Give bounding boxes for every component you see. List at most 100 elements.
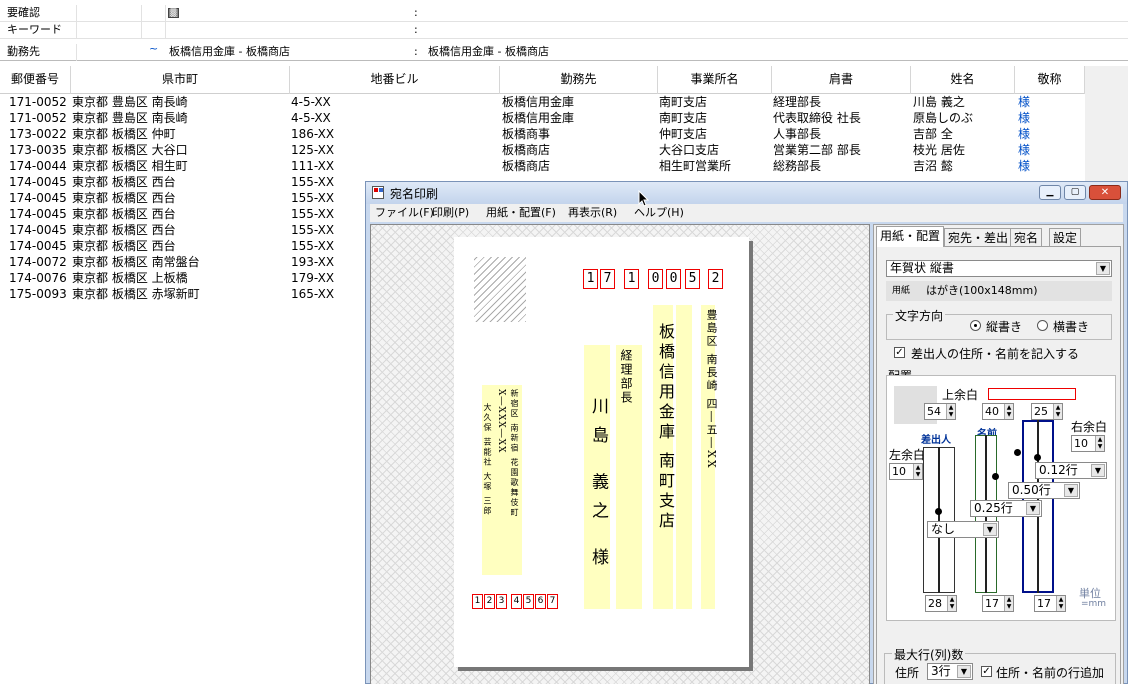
add-lines-checkbox[interactable]: ✓ bbox=[981, 666, 992, 677]
cell-pref: 東京都 板橋区 大谷口 bbox=[72, 143, 188, 157]
name-line-select[interactable]: 0.50行 ▼ bbox=[1008, 482, 1080, 499]
cell-pref: 東京都 板橋区 赤塚新町 bbox=[72, 287, 200, 301]
spin-bottom-sender[interactable]: 28 ▲ ▼ bbox=[925, 595, 957, 612]
chevron-down-icon: ▼ bbox=[1026, 502, 1040, 515]
col-header-workplace[interactable]: 勤務先 bbox=[500, 66, 658, 94]
app-window: 要確認 ▒ : キーワード : 勤務先 ~ 板橋信用金庫 - 板橋商店 : 板橋… bbox=[0, 0, 1128, 684]
cell-honorific: 様 bbox=[1018, 159, 1031, 173]
cell-zip: 174-0072 bbox=[9, 255, 67, 269]
spin-bottom-address[interactable]: 17 ▲ ▼ bbox=[1034, 595, 1066, 612]
print-preview[interactable]: 1710052 豊島区 南長崎 四―五―XX 板橋信用金庫 南町支店 経理部長 … bbox=[370, 224, 870, 684]
minimize-button[interactable]: ▁ bbox=[1039, 185, 1061, 200]
cell-workplace: 板橋商店 bbox=[502, 159, 551, 173]
address-print-dialog: 宛名印刷 ▁ ▢ ✕ ファイル(F) 印刷(P) 用紙・配置(F) 再表示(R)… bbox=[365, 181, 1128, 684]
menu-file[interactable]: ファイル(F) bbox=[375, 204, 434, 222]
sender-zip-digit-box: 6 bbox=[535, 594, 546, 609]
cell-zip: 174-0045 bbox=[9, 175, 67, 189]
workplace-value[interactable]: 板橋信用金庫 - 板橋商店 bbox=[169, 44, 290, 60]
cell-workplace: 板橋信用金庫 bbox=[502, 95, 575, 109]
address-line-select[interactable]: 0.12行 ▼ bbox=[1035, 462, 1107, 479]
cell-workplace: 板橋商店 bbox=[502, 143, 551, 157]
col-header-office[interactable]: 事業所名 bbox=[658, 66, 772, 94]
workplace-value-2[interactable]: 板橋信用金庫 - 板橋商店 bbox=[428, 44, 549, 60]
spin-bottom-name[interactable]: 17 ▲ ▼ bbox=[982, 595, 1014, 612]
cell-address: 193-XX bbox=[291, 255, 335, 269]
zip-digit-box: 0 bbox=[666, 269, 681, 289]
keyword-input[interactable] bbox=[141, 22, 166, 39]
radio-horizontal[interactable] bbox=[1037, 320, 1048, 331]
cell-office: 南町支店 bbox=[659, 95, 708, 109]
cell-title: 経理部長 bbox=[773, 95, 822, 109]
spin-top-c[interactable]: 25 ▲ ▼ bbox=[1031, 403, 1063, 420]
tab-destination[interactable]: 宛先・差出 bbox=[944, 228, 1013, 248]
menu-refresh[interactable]: 再表示(R) bbox=[568, 204, 617, 222]
cell-honorific: 様 bbox=[1018, 111, 1031, 125]
cell-name: 枝光 居佐 bbox=[913, 143, 965, 157]
recipient-address: 豊島区 南長崎 四―五―XX bbox=[705, 309, 718, 470]
chevron-down-icon: ▼ bbox=[983, 523, 997, 536]
cell-zip: 174-0076 bbox=[9, 271, 67, 285]
cell-title: 代表取締役 社長 bbox=[773, 111, 861, 125]
close-button[interactable]: ✕ bbox=[1089, 185, 1121, 200]
field-row-keyword: キーワード : bbox=[0, 22, 1128, 39]
confirm-checkbox[interactable]: ▒ bbox=[168, 8, 179, 18]
field-row-confirm: 要確認 ▒ : bbox=[0, 5, 1128, 22]
sender-option-select[interactable]: なし ▼ bbox=[927, 521, 999, 538]
table-row[interactable]: 174-0044 東京都 板橋区 相生町 111-XX 板橋商店 相生町営業所 総務部長 吉… bbox=[0, 159, 1085, 175]
recipient-company: 板橋信用金庫 南町支店 bbox=[656, 323, 675, 533]
dialog-titlebar[interactable]: 宛名印刷 ▁ ▢ ✕ bbox=[366, 182, 1127, 204]
spin-top-b[interactable]: 40 ▲ ▼ bbox=[982, 403, 1014, 420]
dialog-title: 宛名印刷 bbox=[390, 187, 439, 201]
sender-address: 新宿区 南新宿 花園歌舞伎町 bbox=[510, 389, 519, 519]
sender-line-select[interactable]: 0.25行 ▼ bbox=[970, 500, 1042, 517]
sender-zip-digit-box: 7 bbox=[547, 594, 558, 609]
cell-address: 155-XX bbox=[291, 223, 335, 237]
table-row[interactable]: 173-0022 東京都 板橋区 仲町 186-XX 板橋商事 仲町支店 人事部長 吉部 全… bbox=[0, 127, 1085, 143]
col-header-honorific[interactable]: 敬称 bbox=[1015, 66, 1085, 94]
col-header-pref[interactable]: 県市町 bbox=[71, 66, 290, 94]
cell-address: 155-XX bbox=[291, 239, 335, 253]
spin-right-margin[interactable]: 10 ▲ ▼ bbox=[1071, 435, 1105, 452]
cell-zip: 174-0045 bbox=[9, 191, 67, 205]
address-rows-select[interactable]: 3行 ▼ bbox=[927, 663, 973, 680]
menu-print[interactable]: 印刷(P) bbox=[432, 204, 469, 222]
sender-name: 大久保 芸能社 大塚 三郎 bbox=[483, 403, 492, 517]
radio-vertical[interactable] bbox=[970, 320, 981, 331]
cell-name: 原島しのぶ bbox=[913, 111, 974, 125]
cell-name: 吉沼 懿 bbox=[913, 159, 953, 173]
tab-paper-layout[interactable]: 用紙・配置 bbox=[876, 226, 945, 247]
chevron-down-icon: ▼ bbox=[1091, 464, 1105, 477]
col-header-name[interactable]: 姓名 bbox=[911, 66, 1015, 94]
settings-panel: 用紙・配置 宛先・差出 宛名 設定 年賀状 縦書 ▼ 用紙 はがき(100x148… bbox=[873, 224, 1124, 684]
zip-digit-box: 1 bbox=[624, 269, 639, 289]
col-header-title[interactable]: 肩書 bbox=[772, 66, 911, 94]
cell-address: 155-XX bbox=[291, 191, 335, 205]
maximize-button[interactable]: ▢ bbox=[1064, 185, 1086, 200]
tab-settings[interactable]: 設定 bbox=[1049, 228, 1082, 248]
sender-zip-digit-box: 1 bbox=[472, 594, 483, 609]
table-row[interactable]: 173-0035 東京都 板橋区 大谷口 125-XX 板橋商店 大谷口支店 営業第二部 … bbox=[0, 143, 1085, 159]
cell-address: 4-5-XX bbox=[291, 95, 331, 109]
cell-workplace: 板橋商事 bbox=[502, 127, 551, 141]
confirm-checkbox-cell[interactable]: ▒ bbox=[141, 5, 179, 22]
col-header-address[interactable]: 地番ビル bbox=[290, 66, 500, 94]
cell-pref: 東京都 豊島区 南長崎 bbox=[72, 111, 188, 125]
sender-checkbox-label: 差出人の住所・名前を記入する bbox=[911, 347, 1080, 361]
cell-pref: 東京都 板橋区 西台 bbox=[72, 239, 176, 253]
cell-zip: 173-0035 bbox=[9, 143, 67, 157]
zip-digit-box: 5 bbox=[685, 269, 700, 289]
tab-name[interactable]: 宛名 bbox=[1010, 228, 1043, 248]
table-row[interactable]: 171-0052 東京都 豊島区 南長崎 4-5-XX 板橋信用金庫 南町支店 代表取締役… bbox=[0, 111, 1085, 127]
cell-pref: 東京都 板橋区 西台 bbox=[72, 223, 176, 237]
cell-zip: 171-0052 bbox=[9, 95, 67, 109]
cell-address: 165-XX bbox=[291, 287, 335, 301]
paper-template-select[interactable]: 年賀状 縦書 ▼ bbox=[886, 260, 1112, 277]
spin-left-margin[interactable]: 10 ▲ ▼ bbox=[889, 463, 923, 480]
cell-address: 111-XX bbox=[291, 159, 335, 173]
menu-paper[interactable]: 用紙・配置(F) bbox=[486, 204, 556, 222]
table-row[interactable]: 171-0052 東京都 豊島区 南長崎 4-5-XX 板橋信用金庫 南町支店 経理部長 川… bbox=[0, 95, 1085, 111]
app-icon bbox=[372, 186, 384, 199]
sender-checkbox[interactable]: ✓ bbox=[894, 347, 905, 358]
spin-top-a[interactable]: 54 ▲ ▼ bbox=[924, 403, 956, 420]
col-header-zip[interactable]: 郵便番号 bbox=[0, 66, 71, 94]
